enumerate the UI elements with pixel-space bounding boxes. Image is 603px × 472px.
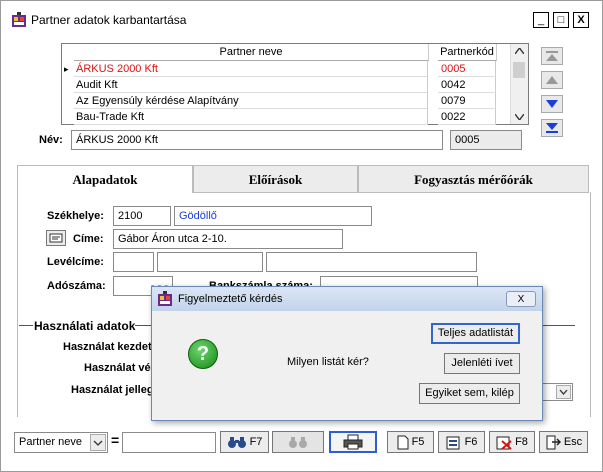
partner-grid[interactable]: Partner neve Partnerkód ▸ ÁRKUS 2000 Kft… — [61, 43, 529, 125]
maximize-button[interactable]: □ — [553, 12, 569, 28]
col-header-code[interactable]: Partnerkód — [438, 44, 497, 61]
mail-city-field[interactable] — [157, 252, 263, 272]
full-list-button[interactable]: Teljes adatlistát — [431, 323, 520, 344]
edit-document-icon — [446, 436, 460, 449]
scroll-thumb[interactable] — [513, 62, 525, 78]
street-field[interactable]: Gábor Áron utca 2-10. — [113, 229, 343, 249]
app-icon — [12, 12, 26, 27]
delete-button[interactable]: F8 — [489, 431, 535, 453]
chevron-down-icon[interactable] — [556, 385, 571, 399]
cime-label: Címe: — [73, 233, 104, 245]
search-input[interactable] — [122, 432, 216, 453]
exit-button-label: Esc — [563, 436, 583, 448]
group-line-left — [19, 325, 33, 326]
address-card-icon — [49, 233, 63, 243]
scroll-down-icon[interactable] — [515, 114, 524, 120]
edit-button-label: F6 — [464, 436, 478, 448]
usage-type-label: Használat jellege: — [71, 384, 164, 396]
last-record-button[interactable] — [541, 119, 563, 137]
exit-button[interactable]: Esc — [539, 431, 588, 453]
table-row[interactable]: Bau-Trade Kft 0022 — [62, 109, 510, 125]
new-button[interactable]: F5 — [387, 431, 434, 453]
cell-name[interactable]: Audit Kft — [74, 77, 428, 93]
dialog-title-bar: Figyelmeztető kérdés X — [152, 287, 542, 311]
cell-code[interactable]: 0005 — [438, 61, 496, 77]
print-button[interactable] — [329, 431, 377, 453]
first-record-icon — [546, 51, 558, 61]
name-label: Név: — [39, 134, 63, 146]
col-header-name[interactable]: Partner neve — [74, 44, 429, 61]
printer-icon — [343, 434, 363, 450]
cell-code[interactable]: 0022 — [438, 109, 496, 125]
adoszam-label: Adószáma: — [47, 280, 106, 292]
exit-icon — [546, 435, 561, 449]
tab-strip: Alapadatok Előírások Fogyasztás mérőórák — [17, 165, 589, 193]
tab-eloirasok[interactable]: Előírások — [193, 165, 358, 193]
up-arrow-icon — [546, 76, 558, 84]
close-button[interactable]: X — [573, 12, 589, 28]
window-title: Partner adatok karbantartása — [31, 13, 187, 27]
cell-code[interactable]: 0042 — [438, 77, 496, 93]
dialog-title: Figyelmeztető kérdés — [178, 293, 283, 305]
mail-street-field[interactable] — [266, 252, 477, 272]
first-record-button[interactable] — [541, 47, 563, 65]
title-bar: Partner adatok karbantartása _ □ X — [9, 11, 594, 33]
binoculars-icon — [227, 437, 246, 448]
scroll-up-icon[interactable] — [515, 48, 524, 54]
table-row[interactable]: Audit Kft 0042 — [62, 77, 510, 93]
szekhely-label: Székhelye: — [47, 210, 104, 222]
grid-scrollbar[interactable] — [510, 44, 528, 124]
main-window: Partner adatok karbantartása _ □ X Partn… — [0, 0, 603, 472]
table-row[interactable]: Az Egyensúly kérdése Alapítvány 0079 — [62, 93, 510, 109]
usage-type-select[interactable] — [539, 383, 573, 401]
question-icon: ? — [188, 339, 218, 369]
cell-code[interactable]: 0079 — [438, 93, 496, 109]
search-field-combo[interactable]: Partner neve — [14, 432, 108, 453]
mail-zip-field[interactable] — [113, 252, 154, 272]
prev-record-button[interactable] — [541, 71, 563, 89]
attendance-sheet-button[interactable]: Jelenléti ívet — [444, 353, 520, 374]
row-indicator-icon: ▸ — [64, 64, 69, 74]
search-field-value: Partner neve — [19, 436, 82, 448]
last-record-icon — [546, 123, 558, 133]
zip-field[interactable]: 2100 — [113, 206, 171, 226]
delete-button-label: F8 — [515, 436, 528, 448]
dialog-question: Milyen listát kér? — [287, 356, 369, 368]
cell-name[interactable]: Az Egyensúly kérdése Alapítvány — [74, 93, 428, 109]
new-document-icon — [397, 435, 409, 449]
down-arrow-icon — [546, 100, 558, 108]
tab-alapadatok[interactable]: Alapadatok — [17, 165, 193, 193]
app-icon — [158, 291, 172, 306]
equals-sign: = — [111, 432, 120, 448]
cell-name[interactable]: Bau-Trade Kft — [74, 109, 428, 125]
levelcim-label: Levélcíme: — [47, 256, 104, 268]
minimize-button[interactable]: _ — [533, 12, 549, 28]
new-button-label: F5 — [411, 436, 425, 448]
city-field[interactable]: Gödöllő — [174, 206, 372, 226]
delete-document-icon — [496, 436, 512, 450]
edit-button[interactable]: F6 — [438, 431, 485, 453]
usage-group-label: Használati adatok — [34, 319, 136, 333]
dialog-close-button[interactable]: X — [506, 291, 536, 307]
find-next-button[interactable] — [272, 431, 324, 453]
chevron-down-icon[interactable] — [90, 434, 106, 451]
tab-fogyasztas[interactable]: Fogyasztás mérőórák — [358, 165, 589, 193]
usage-start-label: Használat kezdete: — [63, 341, 162, 353]
next-record-button[interactable] — [541, 95, 563, 113]
find-button[interactable]: F7 — [220, 431, 269, 453]
binoculars-disabled-icon — [289, 437, 307, 448]
partner-code-field: 0005 — [450, 130, 522, 150]
address-card-button[interactable] — [46, 230, 66, 246]
cell-name[interactable]: ÁRKUS 2000 Kft — [74, 61, 428, 77]
exit-none-button[interactable]: Egyiket sem, kilép — [419, 383, 520, 404]
table-row[interactable]: ▸ ÁRKUS 2000 Kft 0005 — [62, 61, 510, 77]
find-button-label: F7 — [249, 436, 263, 448]
warning-dialog: Figyelmeztető kérdés X ? Milyen listát k… — [151, 286, 543, 421]
name-field[interactable]: ÁRKUS 2000 Kft — [71, 130, 443, 150]
